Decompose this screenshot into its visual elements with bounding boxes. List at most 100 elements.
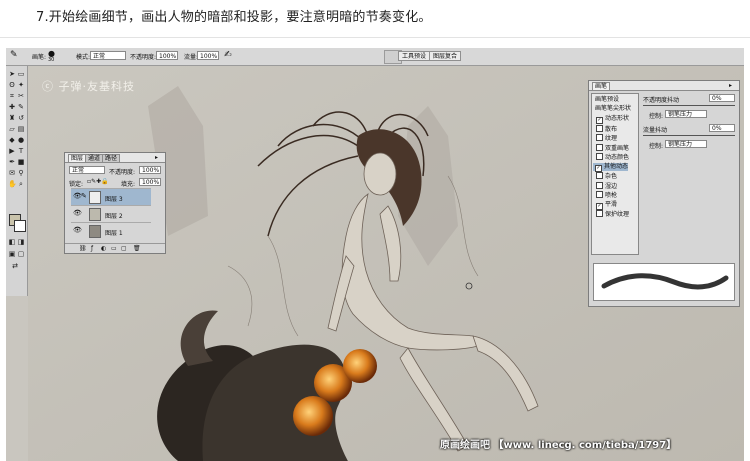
zoom-tool-icon[interactable]: ⌕ bbox=[17, 180, 25, 188]
brush-option-item[interactable]: 双重画笔 bbox=[596, 143, 629, 152]
tab-layer-comps[interactable]: 图层复合 bbox=[429, 51, 462, 61]
marquee-tool-icon[interactable]: ▭ bbox=[17, 70, 25, 78]
checkbox[interactable] bbox=[596, 191, 603, 198]
slice-tool-icon[interactable]: ✂ bbox=[17, 92, 25, 100]
dodge-tool-icon[interactable]: ● bbox=[17, 136, 25, 144]
checkbox[interactable] bbox=[596, 181, 603, 189]
checkbox[interactable] bbox=[596, 134, 603, 141]
checkbox[interactable]: ✓ bbox=[595, 164, 602, 172]
history-brush-icon[interactable]: ↺ bbox=[17, 114, 25, 122]
opacity-input[interactable]: 100% bbox=[156, 51, 178, 60]
checkbox[interactable] bbox=[596, 124, 603, 132]
eye-icon[interactable]: 👁 bbox=[73, 227, 82, 234]
checkbox[interactable] bbox=[596, 210, 603, 217]
opacity-label: 不透明度: bbox=[130, 54, 157, 61]
pen-tool-icon[interactable]: ✒ bbox=[8, 158, 16, 166]
checkbox[interactable] bbox=[596, 143, 603, 151]
move-tool-icon[interactable]: ➤ bbox=[8, 70, 16, 78]
new-layer-icon[interactable]: ▢ bbox=[121, 245, 127, 252]
layer-row[interactable]: 👁 图层 1 bbox=[71, 222, 151, 239]
flow-input[interactable]: 100% bbox=[197, 51, 219, 60]
mode-select[interactable]: 正常 bbox=[90, 51, 126, 60]
tab-brushes[interactable]: 画笔 bbox=[592, 82, 611, 90]
brush-option-label: 其他动态 bbox=[604, 162, 629, 170]
lasso-tool-icon[interactable]: ʘ bbox=[8, 81, 16, 89]
brush-option-item[interactable]: 动态颜色 bbox=[596, 153, 629, 161]
control-label: 控制: bbox=[649, 113, 664, 120]
control-select-2[interactable]: 钢笔压力 bbox=[665, 140, 707, 148]
flow-jitter-slider[interactable] bbox=[643, 135, 735, 136]
fullscreen-mode-icon[interactable]: ▢ bbox=[17, 250, 25, 258]
tab-layers[interactable]: 图层 bbox=[68, 154, 87, 162]
gradient-tool-icon[interactable]: ▤ bbox=[17, 125, 25, 133]
checkbox[interactable] bbox=[596, 172, 603, 179]
stamp-tool-icon[interactable]: ♜ bbox=[8, 114, 16, 122]
background-color-swatch[interactable] bbox=[14, 220, 26, 232]
layer-row[interactable]: 👁 图层 2 bbox=[71, 205, 151, 222]
fx-icon[interactable]: ƒ bbox=[91, 245, 93, 252]
blur-tool-icon[interactable]: ◆ bbox=[8, 136, 16, 144]
brush-presets-item[interactable]: 画笔预设 bbox=[595, 96, 619, 104]
checkbox[interactable]: ✓ bbox=[596, 202, 603, 210]
healing-tool-icon[interactable]: ✚ bbox=[8, 103, 16, 111]
brushes-panel-titlebar: 画笔 ▸ bbox=[589, 81, 739, 91]
airbrush-icon[interactable]: ✍ bbox=[224, 50, 232, 60]
layer-opacity-input[interactable]: 100% bbox=[139, 166, 161, 174]
path-select-icon[interactable]: ▶ bbox=[8, 147, 16, 155]
flow-jitter-input[interactable]: 0% bbox=[709, 124, 735, 132]
standard-mode-icon[interactable]: ◨ bbox=[17, 238, 25, 246]
shape-tool-icon[interactable]: ■ bbox=[17, 158, 25, 166]
eraser-tool-icon[interactable]: ▱ bbox=[8, 125, 16, 133]
page-caption: 7.开始绘画细节，画出人物的暗部和投影，要注意明暗的节奏变化。 bbox=[36, 10, 432, 25]
layers-footer: ⛓ ƒ ◐ ▭ ▢ 🗑 bbox=[65, 243, 165, 253]
layer-thumbnail bbox=[89, 225, 101, 238]
brush-option-item[interactable]: 湿边 bbox=[596, 181, 618, 190]
imageready-icon[interactable]: ⇄ bbox=[11, 262, 19, 270]
brush-option-item[interactable]: 杂色 bbox=[596, 172, 617, 180]
eye-icon[interactable]: 👁 bbox=[73, 210, 82, 217]
lock-icon[interactable]: ▫✎✚🔒 bbox=[87, 178, 109, 185]
checkbox[interactable]: ✓ bbox=[596, 117, 603, 124]
brush-option-item[interactable]: 保护纹理 bbox=[596, 210, 629, 218]
notes-tool-icon[interactable]: ✉ bbox=[8, 169, 16, 177]
link-icon[interactable]: ⛓ bbox=[79, 245, 87, 252]
divider bbox=[0, 37, 750, 38]
brush-option-item[interactable]: ✓ 其他动态 bbox=[593, 162, 629, 172]
brush-option-item[interactable]: 散布 bbox=[596, 124, 617, 133]
blend-mode-select[interactable]: 正常 bbox=[69, 166, 105, 174]
footer-url[interactable]: 【www. linecg. com/tieba/1797】 bbox=[493, 440, 676, 451]
trash-icon[interactable]: 🗑 bbox=[133, 245, 141, 252]
crop-tool-icon[interactable]: ⌗ bbox=[8, 92, 16, 100]
tab-paths[interactable]: 路径 bbox=[102, 154, 121, 162]
panel-menu-icon[interactable]: ▸ bbox=[155, 154, 158, 161]
brush-option-item[interactable]: 喷枪 bbox=[596, 191, 617, 199]
tab-tool-presets[interactable]: 工具预设 bbox=[398, 51, 431, 61]
brushes-panel: 画笔 ▸ 画笔预设 画笔笔尖形状 ✓ 动态形状 散布 纹理 双重画笔 动态颜色 ✓ 其他动态杂… bbox=[588, 80, 740, 307]
mask-icon[interactable]: ◐ bbox=[101, 245, 106, 252]
checkbox[interactable] bbox=[596, 153, 603, 160]
brush-option-item[interactable]: ✓ 平滑 bbox=[596, 201, 617, 210]
layer-row[interactable]: 👁 ✎ 图层 3 bbox=[71, 188, 151, 205]
brush-tip-shape-item[interactable]: 画笔笔尖形状 bbox=[595, 105, 631, 113]
fill-input[interactable]: 100% bbox=[139, 178, 161, 186]
layer-name: 图层 3 bbox=[105, 196, 123, 203]
brush-option-item[interactable]: ✓ 动态形状 bbox=[596, 115, 629, 124]
folder-icon[interactable]: ▭ bbox=[111, 245, 117, 252]
panel-menu-icon[interactable]: ▸ bbox=[729, 82, 732, 89]
eyedropper-icon[interactable]: ⚲ bbox=[17, 169, 25, 177]
type-tool-icon[interactable]: T bbox=[17, 147, 25, 155]
opacity-jitter-input[interactable]: 0% bbox=[709, 94, 735, 102]
quick-mask-icon[interactable]: ◧ bbox=[8, 238, 16, 246]
opacity-jitter-slider[interactable] bbox=[643, 105, 735, 106]
tab-channels[interactable]: 通道 bbox=[85, 154, 104, 162]
brush-tool-icon[interactable]: ✎ bbox=[17, 103, 25, 111]
brush-options-list: 画笔预设 画笔笔尖形状 ✓ 动态形状 散布 纹理 双重画笔 动态颜色 ✓ 其他动态 杂色 湿边 喷枪… bbox=[591, 93, 639, 255]
brush-option-item[interactable]: 纹理 bbox=[596, 134, 617, 142]
control-select[interactable]: 钢笔压力 bbox=[665, 110, 707, 118]
brush-option-label: 湿边 bbox=[605, 182, 618, 190]
eye-icon[interactable]: 👁 bbox=[73, 193, 82, 200]
hand-tool-icon[interactable]: ✋ bbox=[8, 180, 17, 188]
magic-wand-icon[interactable]: ✦ bbox=[17, 81, 25, 89]
brush-tool-icon[interactable]: ✎ bbox=[10, 50, 18, 60]
screen-mode-icon[interactable]: ▣ bbox=[8, 250, 16, 258]
